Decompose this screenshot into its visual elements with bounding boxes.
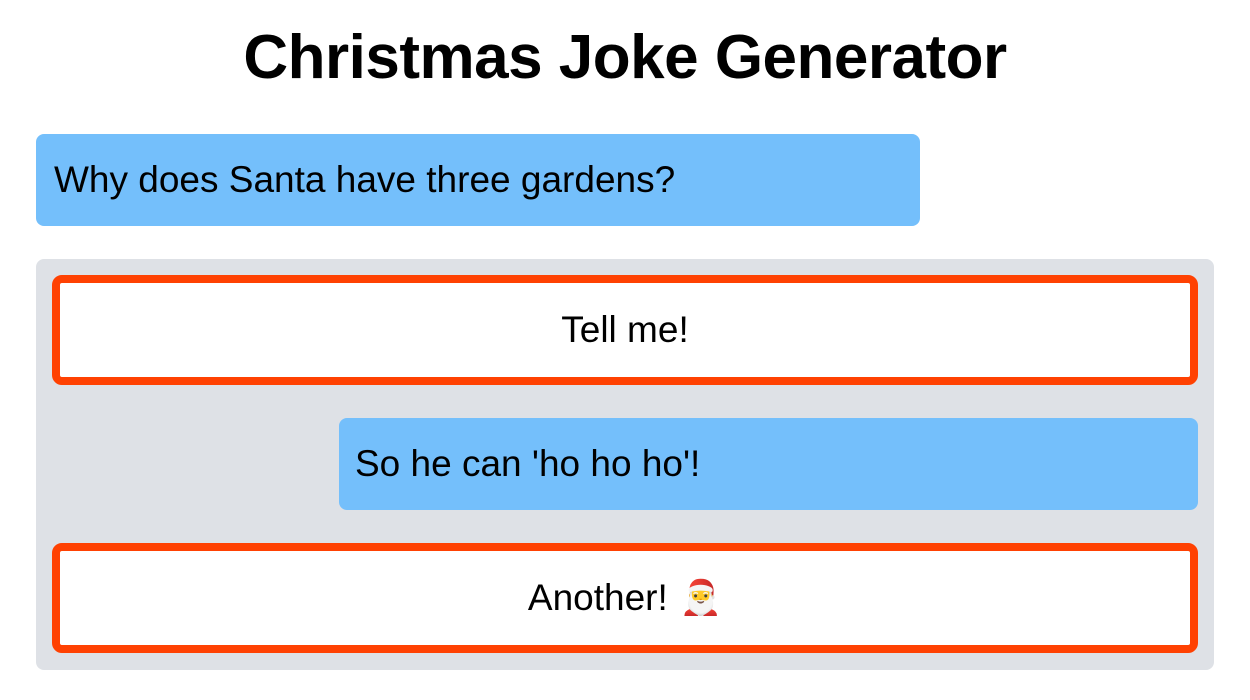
tell-me-label: Tell me!	[561, 309, 689, 350]
santa-claus-icon: 🎅	[679, 578, 723, 618]
another-label: Another!	[527, 577, 668, 618]
joke-question-bubble: Why does Santa have three gardens?	[36, 134, 920, 226]
tell-me-button[interactable]: Tell me!	[52, 275, 1198, 385]
page-title: Christmas Joke Generator	[243, 23, 1007, 92]
joke-app: Christmas Joke Generator Why does Santa …	[0, 0, 1250, 700]
joke-answer-bubble: So he can 'ho ho ho'!	[339, 418, 1198, 510]
another-joke-button[interactable]: Another! 🎅	[52, 543, 1198, 653]
